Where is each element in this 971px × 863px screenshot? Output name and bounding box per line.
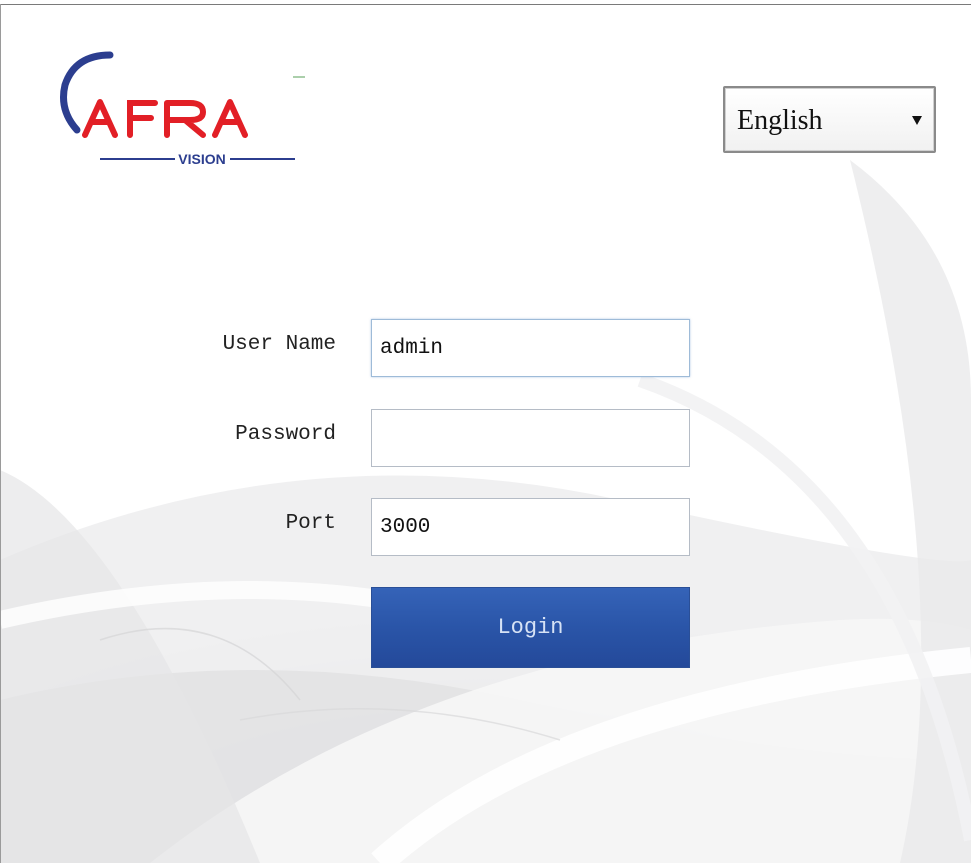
afra-vision-logo: VISION [60,51,305,167]
language-select-value: English [737,105,823,136]
password-label: Password [235,423,336,446]
login-button[interactable]: Login [371,587,690,668]
username-label: User Name [222,333,336,356]
language-select[interactable]: English [723,86,936,153]
login-page: VISION English User Name Password Port L… [0,0,971,863]
top-border [0,4,971,5]
left-border [0,4,1,863]
port-label: Port [285,512,336,535]
svg-text:VISION: VISION [178,151,225,167]
port-input[interactable] [371,498,690,556]
username-input[interactable] [371,319,690,377]
dropdown-arrow-icon[interactable] [912,116,922,125]
password-input[interactable] [371,409,690,467]
